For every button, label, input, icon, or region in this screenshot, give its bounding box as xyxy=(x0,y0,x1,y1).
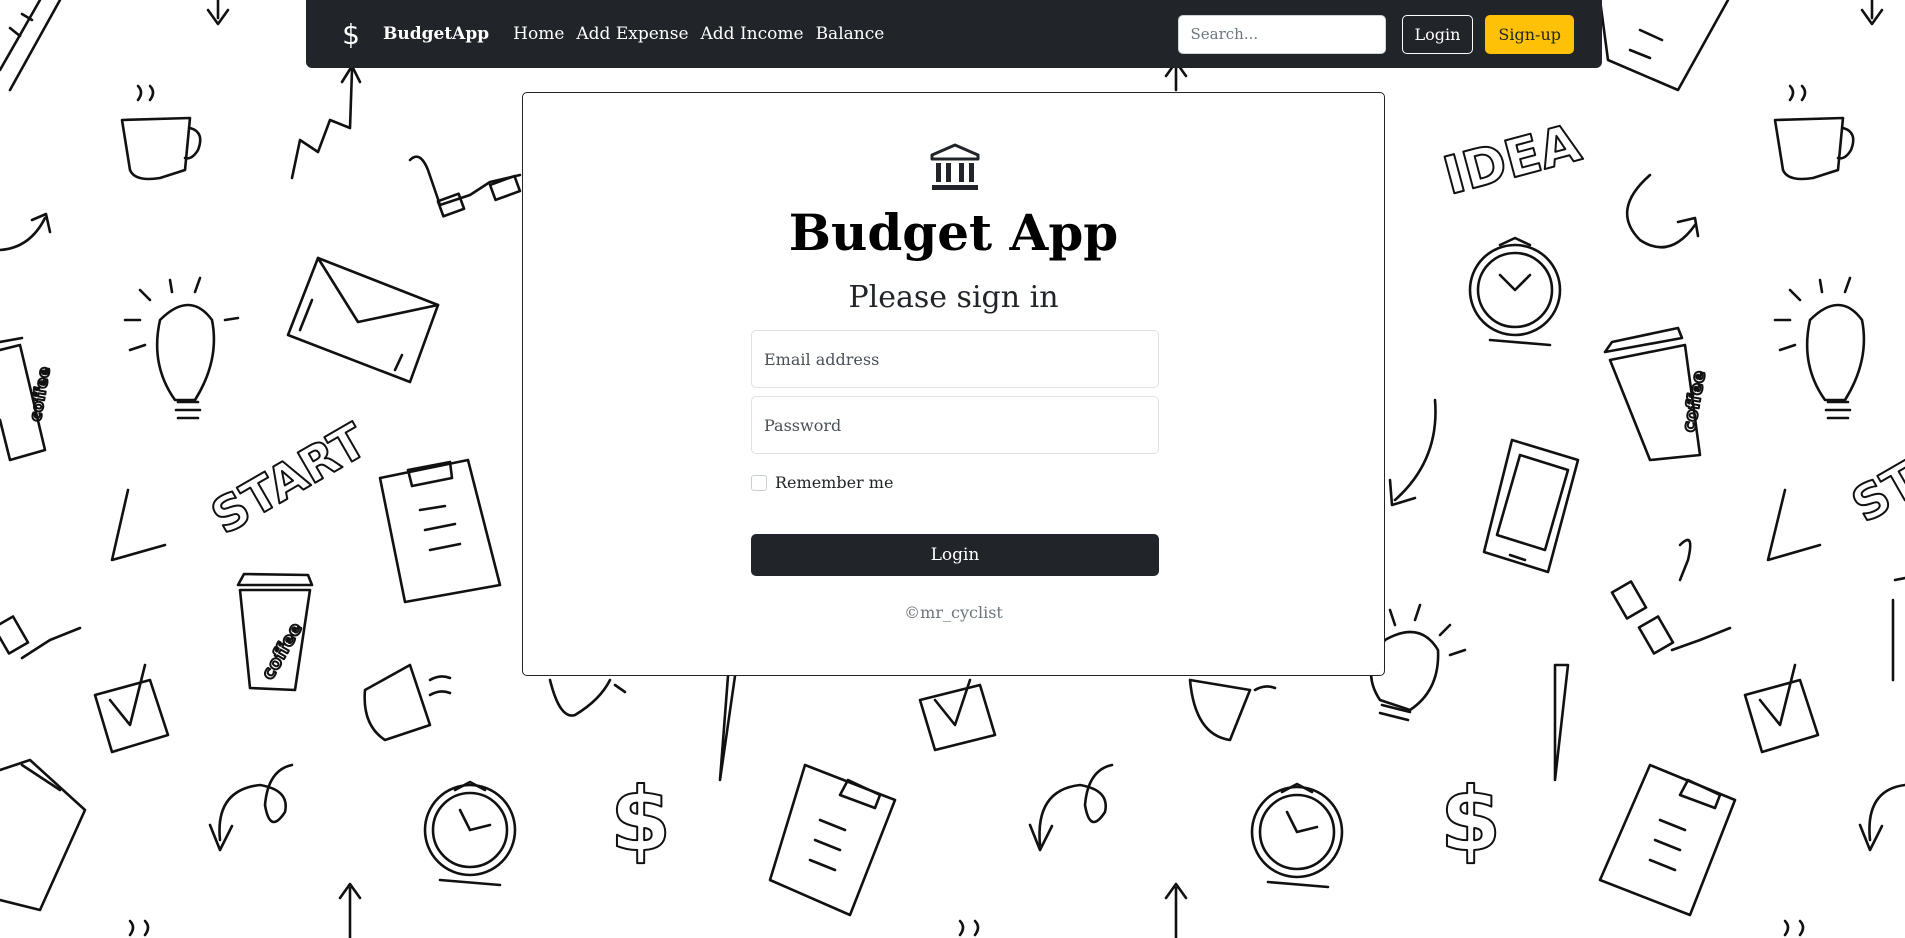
clock-doodle xyxy=(1468,236,1562,347)
dollar-doodle: $ xyxy=(609,767,672,872)
nav-link-add-income[interactable]: Add Income xyxy=(701,24,804,44)
bank-icon xyxy=(930,143,980,190)
pen-doodle xyxy=(1553,663,1570,782)
submit-login-button[interactable]: Login xyxy=(751,534,1159,576)
lightbulb-doodle xyxy=(1369,603,1467,722)
svg-text:coffee: coffee xyxy=(1679,369,1710,434)
clipboard-doodle xyxy=(378,458,502,604)
arrow-doodle xyxy=(206,0,230,26)
app-title: Budget App xyxy=(788,203,1119,262)
start-word-doodle: STA xyxy=(1842,434,1905,535)
phone-doodle xyxy=(1891,576,1905,682)
navbar: $ BudgetApp Home Add Expense Add Income … xyxy=(306,0,1602,68)
svg-text:$: $ xyxy=(610,768,671,871)
checkbox-doodle xyxy=(918,678,997,752)
checkbox-doodle xyxy=(93,663,170,754)
nav-link-balance[interactable]: Balance xyxy=(816,24,885,44)
search-input[interactable] xyxy=(1177,14,1386,54)
curly-arrow-doodle xyxy=(208,763,294,852)
nav-link-add-expense[interactable]: Add Expense xyxy=(576,24,688,44)
svg-text:START: START xyxy=(202,413,376,546)
arrow-doodle xyxy=(1860,0,1884,26)
lightbulb-doodle xyxy=(123,276,240,420)
svg-text:$: $ xyxy=(1440,768,1501,871)
clock-doodle xyxy=(423,780,517,887)
coffee-cup-doodle: coffee xyxy=(0,336,55,462)
nav-link-home[interactable]: Home xyxy=(513,24,564,44)
glasses-doodle xyxy=(408,155,522,218)
svg-text:coffee: coffee xyxy=(258,619,307,683)
idea-word-doodle: IDEA xyxy=(1437,112,1588,208)
curved-arrow-doodle xyxy=(0,212,52,252)
cup-doodle xyxy=(363,663,452,742)
lightbulb-doodle xyxy=(1773,276,1866,420)
copyright-text: ©mr_cyclist xyxy=(904,603,1003,622)
clipboard-doodle xyxy=(0,758,87,912)
cup-doodle xyxy=(1773,84,1855,181)
cup-doodle xyxy=(1188,678,1277,742)
password-field[interactable] xyxy=(751,396,1159,454)
phone-doodle xyxy=(1482,438,1580,574)
glasses-doodle xyxy=(0,615,82,660)
clock-doodle xyxy=(1250,782,1344,889)
lightbulb-doodle xyxy=(548,678,627,717)
brand-name[interactable]: BudgetApp xyxy=(383,24,489,44)
clipboard-doodle xyxy=(1598,0,1730,92)
envelope-doodle xyxy=(286,256,440,384)
steam-doodle xyxy=(958,919,980,937)
steam-doodle xyxy=(1783,919,1805,937)
curly-arrow-doodle xyxy=(1858,783,1905,852)
cup-doodle xyxy=(120,84,202,181)
signup-button[interactable]: Sign-up xyxy=(1485,14,1574,54)
svg-text:IDEA: IDEA xyxy=(1438,113,1587,207)
zigzag-arrow-doodle xyxy=(290,64,362,180)
swoosh-arrow-doodle xyxy=(1388,398,1437,507)
svg-text:STA: STA xyxy=(1843,435,1905,534)
steam-doodle xyxy=(128,919,150,937)
arrow-doodle xyxy=(1164,882,1188,938)
clipboard-doodle xyxy=(1598,763,1737,917)
svg-text:coffee: coffee xyxy=(26,365,54,423)
login-button[interactable]: Login xyxy=(1401,14,1474,54)
dollar-doodle: $ xyxy=(1439,767,1502,872)
remember-me[interactable]: Remember me xyxy=(751,473,893,492)
email-field[interactable] xyxy=(751,330,1159,388)
corner-doodle xyxy=(110,488,167,562)
curly-arrow-doodle xyxy=(1028,763,1114,852)
remember-label[interactable]: Remember me xyxy=(775,473,893,492)
coffee-cup-doodle: coffee xyxy=(1603,326,1711,462)
start-word-doodle: START xyxy=(201,412,377,547)
clipboard-doodle xyxy=(768,763,897,917)
pen-doodle xyxy=(718,674,737,782)
coffee-cup-doodle: coffee xyxy=(236,572,314,692)
arrow-doodle xyxy=(338,882,362,938)
corner-doodle xyxy=(1766,488,1822,562)
curved-arrow-doodle xyxy=(1625,173,1700,249)
checkbox-doodle xyxy=(1743,663,1820,754)
glasses-doodle xyxy=(1610,538,1732,655)
dollar-icon[interactable]: $ xyxy=(340,18,362,51)
login-card: Budget App Please sign in Remember me Lo… xyxy=(522,92,1385,676)
clipboard-doodle xyxy=(0,0,62,92)
remember-checkbox[interactable] xyxy=(751,474,767,491)
signin-subtitle: Please sign in xyxy=(848,280,1059,315)
